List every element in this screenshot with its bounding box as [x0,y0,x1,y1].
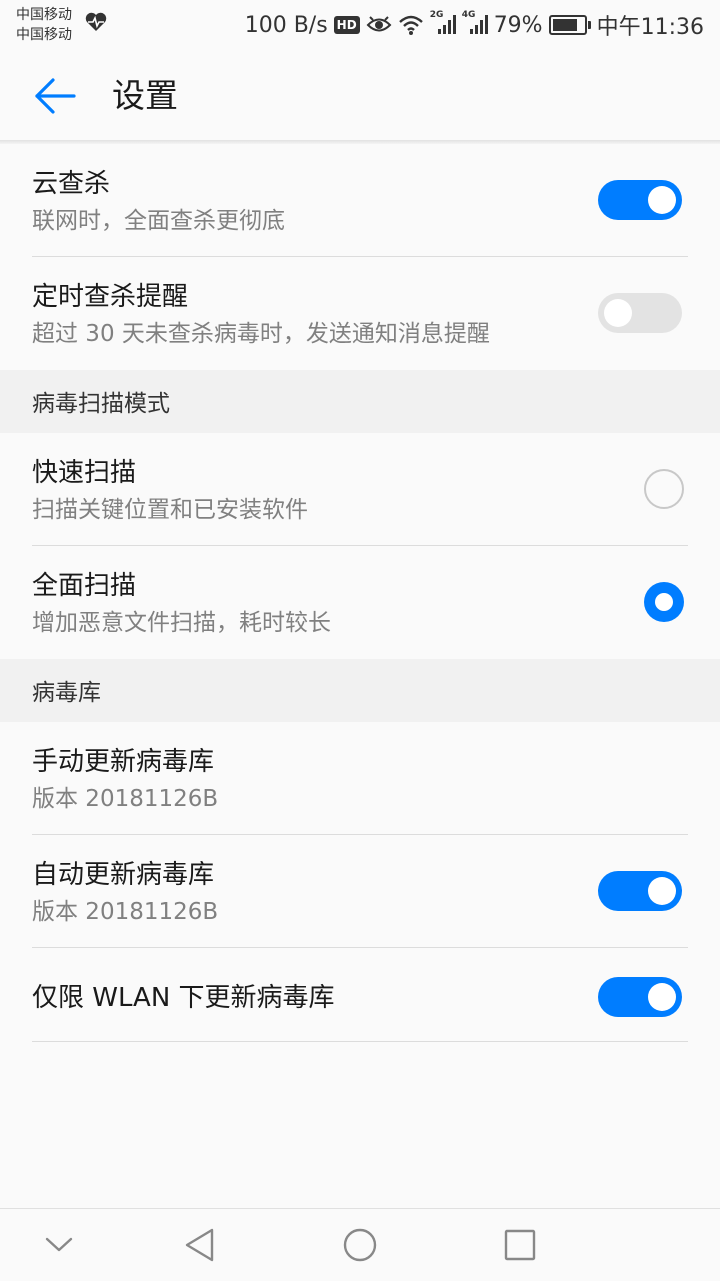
recents-square-icon[interactable] [502,1227,538,1263]
quick-scan-title: 快速扫描 [32,458,137,488]
clock: 中午11:36 [596,15,704,40]
status-right-group: 100 B/s HD 2G 4G 79% 中午11:36 [245,10,704,40]
manual-update-title: 手动更新病毒库 [32,747,215,777]
battery-percent: 79% [493,12,543,38]
settings-list: 云查杀 联网时，全面查杀更彻底 定时查杀提醒 超过 30 天未查杀病毒时，发送通… [0,144,720,1042]
virus-db-section-header: 病毒库 [0,659,720,722]
cloud-scan-row[interactable]: 云查杀 联网时，全面查杀更彻底 [0,144,720,257]
auto-update-title: 自动更新病毒库 [32,860,215,890]
virus-db-header-label: 病毒库 [32,680,101,706]
navigation-bar [0,1208,720,1281]
scheduled-reminder-title: 定时查杀提醒 [32,282,189,312]
eye-icon [366,16,392,32]
carrier-names: 中国移动 中国移动 [16,5,72,45]
wlan-only-toggle[interactable] [598,977,682,1017]
cloud-scan-toggle[interactable] [598,180,682,220]
battery-icon [548,15,591,35]
quick-scan-subtitle: 扫描关键位置和已安装软件 [32,497,308,523]
app-bar: 设置 [0,50,720,140]
full-scan-radio[interactable] [644,582,684,622]
manual-update-row[interactable]: 手动更新病毒库 版本 20181126B [0,722,720,835]
hd-badge: HD [333,16,360,34]
wlan-only-title: 仅限 WLAN 下更新病毒库 [32,983,335,1013]
signal-icon: 2G [430,10,456,36]
full-scan-title: 全面扫描 [32,571,137,601]
cloud-scan-title: 云查杀 [32,169,111,199]
home-circle-icon[interactable] [342,1227,378,1263]
signal-1-label: 2G [429,10,444,20]
carrier-1: 中国移动 [16,7,72,23]
quick-scan-row[interactable]: 快速扫描 扫描关键位置和已安装软件 [0,433,720,546]
divider [32,1041,688,1042]
manual-update-version: 版本 20181126B [32,786,219,812]
wifi-icon [398,15,423,35]
scan-mode-section-header: 病毒扫描模式 [0,370,720,433]
carrier-2: 中国移动 [16,27,72,43]
cloud-scan-subtitle: 联网时，全面查杀更彻底 [32,208,285,234]
scheduled-reminder-toggle[interactable] [598,293,682,333]
heart-rate-icon [85,12,107,31]
auto-update-toggle[interactable] [598,871,682,911]
page-title: 设置 [112,76,178,115]
wlan-only-row[interactable]: 仅限 WLAN 下更新病毒库 [0,948,720,1042]
arrow-left-icon[interactable] [34,78,76,114]
auto-update-row[interactable]: 自动更新病毒库 版本 20181126B [0,835,720,948]
quick-scan-radio[interactable] [644,469,684,509]
status-bar: 中国移动 中国移动 100 B/s HD 2G 4G 79% 中午11:36 [0,0,720,50]
scheduled-reminder-subtitle: 超过 30 天未查杀病毒时，发送通知消息提醒 [32,321,490,347]
chevron-down-icon[interactable] [44,1233,74,1257]
auto-update-version: 版本 20181126B [32,899,219,925]
back-triangle-icon[interactable] [182,1227,218,1263]
net-speed: 100 B/s [244,12,328,38]
scheduled-reminder-row[interactable]: 定时查杀提醒 超过 30 天未查杀病毒时，发送通知消息提醒 [0,257,720,370]
full-scan-row[interactable]: 全面扫描 增加恶意文件扫描，耗时较长 [0,546,720,659]
signal-icon-2: 4G [462,10,488,36]
full-scan-subtitle: 增加恶意文件扫描，耗时较长 [32,610,331,636]
signal-2-label: 4G [461,10,476,20]
scan-mode-header-label: 病毒扫描模式 [32,391,170,417]
